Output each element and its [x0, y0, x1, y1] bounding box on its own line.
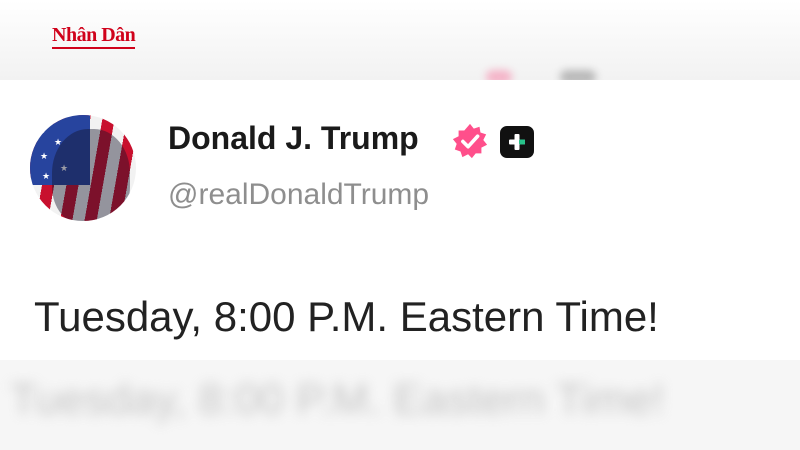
star-icon: ★	[42, 171, 51, 181]
plus-badge-icon	[500, 126, 534, 158]
verified-badge-icon	[452, 123, 488, 159]
display-name[interactable]: Donald J. Trump	[168, 120, 419, 157]
news-watermark-logo: Nhân Dân	[52, 24, 136, 49]
star-icon: ★	[38, 125, 47, 135]
profile-avatar[interactable]: ★ ★ ★ ★ ★	[30, 115, 136, 221]
star-icon: ★	[40, 151, 49, 161]
username-handle[interactable]: @realDonaldTrump	[168, 178, 429, 212]
portrait-silhouette	[52, 129, 130, 221]
post-text: Tuesday, 8:00 P.M. Eastern Time!	[34, 293, 659, 340]
post-card: ★ ★ ★ ★ ★ Donald J. Trump @realDonaldTru…	[0, 80, 800, 360]
blurred-motion-text: Tuesday, 8:00 P.M. Eastern Time!	[10, 375, 665, 424]
